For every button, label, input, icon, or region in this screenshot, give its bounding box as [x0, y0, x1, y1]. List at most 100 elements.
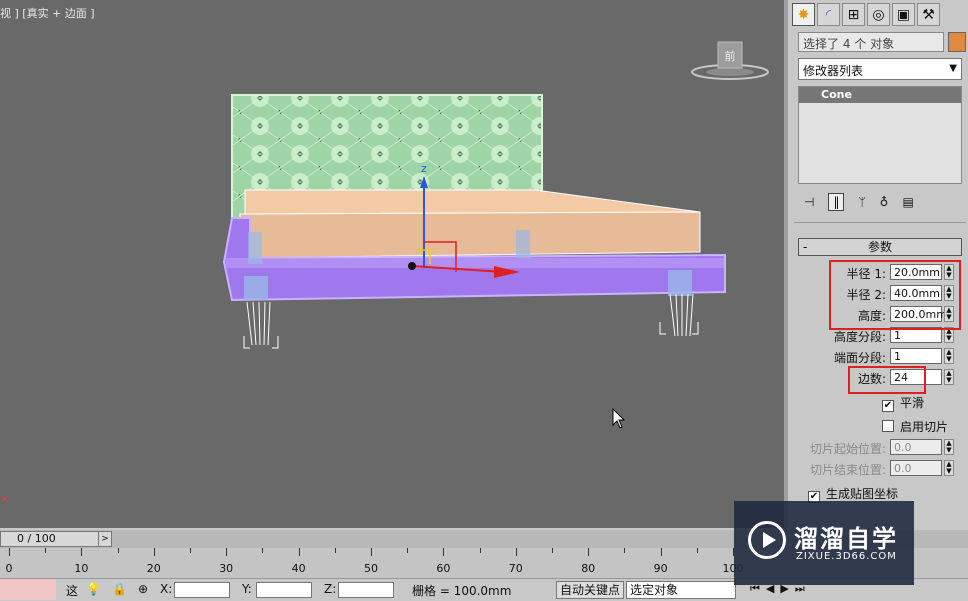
- absolute-mode-icon[interactable]: ⊕: [138, 582, 148, 596]
- ruler-tick: [117, 548, 119, 553]
- object-name-field[interactable]: 选择了 4 个 对象: [798, 32, 944, 52]
- time-slider[interactable]: 0 / 100 >: [0, 531, 112, 547]
- zixue-watermark: 溜溜自学 ZIXUE.3D66.COM: [734, 501, 914, 585]
- ruler-tick: [45, 548, 47, 553]
- remove-modifier-icon[interactable]: ♁: [880, 195, 889, 209]
- modifier-list-dropdown[interactable]: 修改器列表 ▼: [798, 58, 962, 80]
- slice-on-checkbox[interactable]: 启用切片: [882, 418, 948, 435]
- ruler-number: 20: [146, 562, 161, 575]
- slice-from-label: 切片起始位置:: [809, 442, 886, 456]
- height-segments-label: 高度分段:: [833, 330, 886, 344]
- sides-spinner[interactable]: ▲ ▼: [944, 369, 954, 385]
- mattress-side: [239, 211, 701, 259]
- z-label: Z:: [324, 582, 337, 596]
- perspective-viewport[interactable]: 视 ] [真实 + 边面 ] z 前 ×: [0, 0, 784, 528]
- slice-on-label: 启用切片: [900, 420, 949, 434]
- smooth-check-icon[interactable]: ✔: [882, 400, 894, 412]
- ruler-number: 50: [364, 562, 378, 575]
- utilities-hammer-icon[interactable]: ⚒: [917, 3, 940, 26]
- slice-on-check-icon[interactable]: [882, 420, 894, 432]
- create-tab-sun-icon[interactable]: ✸: [792, 3, 815, 26]
- bed-scene[interactable]: z: [0, 0, 784, 528]
- modifier-stack[interactable]: Cone: [798, 86, 962, 184]
- mouse-cursor-icon: [612, 408, 626, 429]
- ruler-tick: [624, 548, 626, 553]
- slice-from-spinner[interactable]: ▲ ▼: [944, 439, 954, 455]
- ruler-tick: [262, 548, 264, 553]
- world-axis-marker: ×: [0, 492, 10, 505]
- next-frame-icon[interactable]: >: [98, 532, 111, 546]
- ruler-tick: [190, 548, 191, 553]
- display-tab-icon[interactable]: ▣: [892, 3, 915, 26]
- param-slice-from: 切片起始位置: 0.0 ▲ ▼: [788, 439, 968, 457]
- ruler-tick: [298, 548, 300, 556]
- ruler-tick: [9, 548, 10, 556]
- cap-segments-spinner[interactable]: ▲ ▼: [944, 348, 954, 364]
- grid-size-text: 栅格 = 100.0mm: [412, 584, 512, 598]
- maxscript-listener[interactable]: [0, 579, 56, 600]
- cap-segments-input[interactable]: 1: [890, 348, 942, 364]
- stack-item-cone[interactable]: Cone: [799, 87, 961, 103]
- ruler-tick: [588, 548, 590, 556]
- smooth-label: 平滑: [900, 396, 925, 410]
- highlight-sides: [848, 366, 926, 394]
- cone-leg-right: [659, 293, 699, 337]
- selected-set-dropdown[interactable]: 选定对象: [626, 581, 736, 599]
- ruler-tick: [696, 548, 698, 553]
- ruler-tick: [226, 548, 228, 556]
- cap-segments-label: 端面分段:: [833, 351, 886, 365]
- parameters-rollout-header[interactable]: - 参数: [798, 238, 962, 256]
- ruler-number: 0: [5, 562, 13, 575]
- hierarchy-tab-icon[interactable]: ⊞: [842, 3, 865, 26]
- ruler-tick: [334, 548, 336, 553]
- watermark-subtitle: ZIXUE.3D66.COM: [796, 551, 897, 562]
- isolate-bulb-icon[interactable]: 💡: [86, 582, 101, 596]
- ruler-number: 10: [74, 562, 89, 575]
- ruler-number: 70: [508, 562, 523, 575]
- smooth-checkbox[interactable]: ✔ 平滑: [882, 394, 924, 412]
- param-slice-to: 切片结束位置: 0.0 ▲ ▼: [788, 460, 968, 478]
- play-logo-icon: [748, 521, 786, 559]
- y-coordinate-field[interactable]: [256, 582, 312, 598]
- x-coordinate-field[interactable]: [174, 582, 230, 598]
- param-cap-segments: 端面分段: 1 ▲ ▼: [788, 348, 968, 366]
- command-panel: ✸ ◜ ⊞ ◎ ▣ ⚒ 选择了 4 个 对象 修改器列表 ▼ Cone ⊣ ‖ …: [784, 0, 968, 528]
- ruler-tick: [552, 548, 553, 553]
- slice-to-label: 切片结束位置:: [809, 463, 886, 477]
- show-end-result-icon[interactable]: ‖: [828, 193, 845, 211]
- make-unique-icon[interactable]: ᛘ: [858, 195, 865, 209]
- ruler-number: 60: [436, 562, 451, 575]
- selection-lock-label: 这: [66, 584, 79, 598]
- viewcube-front-label: 前: [725, 49, 736, 63]
- modify-tab-icon[interactable]: ◜: [817, 3, 840, 26]
- slice-from-input[interactable]: 0.0: [890, 439, 942, 455]
- slice-to-input[interactable]: 0.0: [890, 460, 942, 476]
- ruler-tick: [81, 548, 83, 556]
- x-label: X:: [160, 582, 173, 596]
- time-position: 0 / 100: [17, 532, 56, 545]
- pin-stack-icon[interactable]: ⊣: [804, 195, 814, 209]
- mattress-top: [244, 189, 701, 215]
- panel-divider: [794, 222, 966, 223]
- watermark-title: 溜溜自学: [794, 525, 898, 553]
- configure-sets-icon[interactable]: ▤: [902, 195, 913, 209]
- stack-toolbar: ⊣ ‖ ᛘ ♁ ▤: [798, 190, 962, 214]
- ruler-tick: [443, 548, 445, 556]
- ruler-number: 30: [219, 562, 234, 575]
- modifier-list-label: 修改器列表: [803, 64, 864, 78]
- rollout-title: 参数: [867, 240, 892, 254]
- ruler-tick: [371, 548, 372, 556]
- chevron-down-icon: ▼: [949, 63, 957, 74]
- motion-tab-icon[interactable]: ◎: [867, 3, 890, 26]
- slice-to-spinner[interactable]: ▲ ▼: [944, 460, 954, 476]
- ruler-number: 90: [653, 562, 668, 575]
- ruler-number: 40: [291, 562, 306, 575]
- gen-mapping-label: 生成贴图坐标: [826, 487, 899, 501]
- lock-icon[interactable]: 🔒: [112, 582, 127, 596]
- z-coordinate-field[interactable]: [338, 582, 394, 598]
- y-label: Y:: [242, 582, 252, 596]
- ruler-tick: [479, 548, 481, 553]
- object-color-swatch[interactable]: [948, 32, 966, 52]
- auto-key-button[interactable]: 自动关键点: [556, 581, 625, 599]
- viewcube[interactable]: 前: [690, 38, 770, 84]
